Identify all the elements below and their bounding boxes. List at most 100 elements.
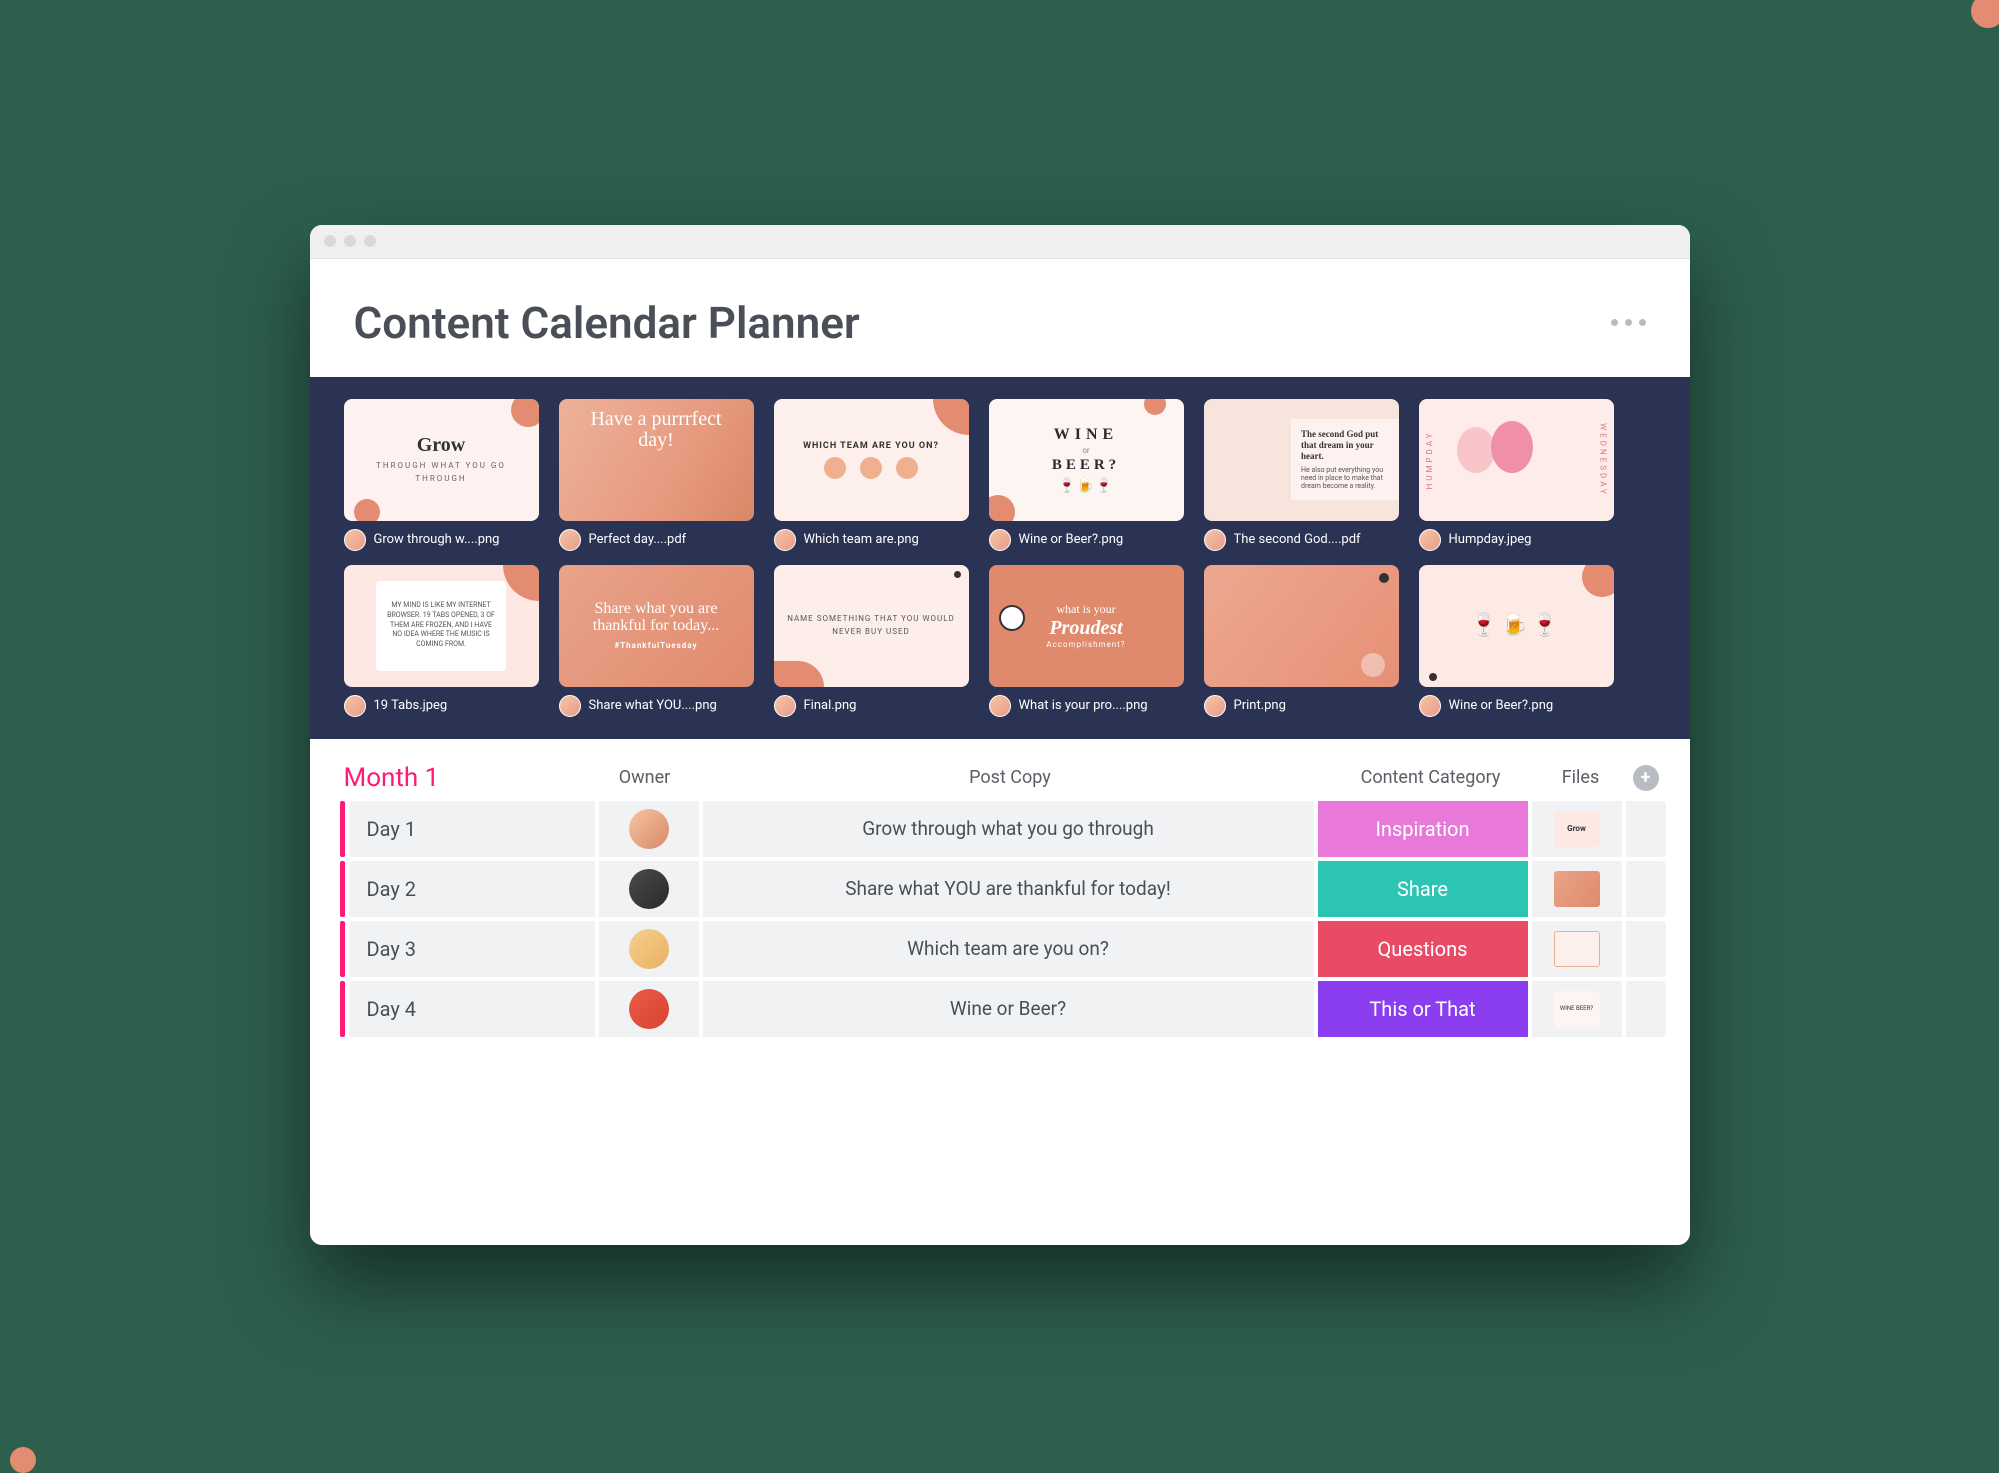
- cell-end: [1626, 801, 1666, 857]
- cell-category[interactable]: Share: [1318, 861, 1528, 917]
- cell-category[interactable]: Inspiration: [1318, 801, 1528, 857]
- file-thumbnail[interactable]: HUMPDAY WEDNESDAY Humpday.jpeg: [1419, 399, 1614, 551]
- glasses-icon: 🍷🍺🍷: [1058, 478, 1113, 494]
- file-name: 19 Tabs.jpeg: [374, 698, 448, 713]
- file-thumbnail[interactable]: Have a purrrfect day! Perfect day....pdf: [559, 399, 754, 551]
- cell-files[interactable]: [1532, 861, 1622, 917]
- cell-post-copy[interactable]: Grow through what you go through: [703, 801, 1314, 857]
- thumb-text: NAME SOMETHING THAT YOU WOULD NEVER BUY …: [782, 613, 961, 639]
- cell-day[interactable]: Day 2: [349, 861, 595, 917]
- page-header: Content Calendar Planner: [310, 259, 1690, 377]
- cell-files[interactable]: Grow: [1532, 801, 1622, 857]
- cell-end: [1626, 921, 1666, 977]
- cell-owner[interactable]: [599, 861, 699, 917]
- app-window: Content Calendar Planner Grow THROUGH WH…: [310, 225, 1690, 1245]
- file-thumbnail[interactable]: NAME SOMETHING THAT YOU WOULD NEVER BUY …: [774, 565, 969, 717]
- avatar: [989, 695, 1011, 717]
- cell-post-copy[interactable]: Which team are you on?: [703, 921, 1314, 977]
- thumb-text: He also put everything you need in place…: [1301, 466, 1389, 490]
- file-thumbnail[interactable]: Share what you are thankful for today...…: [559, 565, 754, 717]
- thumb-text: what is your: [1056, 602, 1115, 617]
- row-accent: [340, 861, 345, 917]
- avatar: [629, 929, 669, 969]
- thumb-text: MY MIND IS LIKE MY INTERNET BROWSER. 19 …: [376, 581, 506, 671]
- thumb-text: Proudest: [1049, 617, 1122, 640]
- file-meta: Share what YOU....png: [559, 695, 754, 717]
- row-accent: [340, 981, 345, 1037]
- cell-post-copy[interactable]: Share what YOU are thankful for today!: [703, 861, 1314, 917]
- thumb-text: Accomplishment?: [1046, 640, 1125, 649]
- file-thumbnail[interactable]: WINE or BEER? 🍷🍺🍷 Wine or Beer?.png: [989, 399, 1184, 551]
- thumb-text: THROUGH WHAT YOU GO THROUGH: [352, 460, 531, 486]
- file-thumbnail[interactable]: MY MIND IS LIKE MY INTERNET BROWSER. 19 …: [344, 565, 539, 717]
- gallery-row: MY MIND IS LIKE MY INTERNET BROWSER. 19 …: [344, 565, 1662, 717]
- add-column[interactable]: +: [1626, 765, 1666, 791]
- avatar: [629, 989, 669, 1029]
- cell-post-copy[interactable]: Wine or Beer?: [703, 981, 1314, 1037]
- file-thumbnail[interactable]: what is your Proudest Accomplishment? Wh…: [989, 565, 1184, 717]
- avatar: [629, 869, 669, 909]
- column-header-files[interactable]: Files: [1536, 767, 1626, 788]
- cell-day[interactable]: Day 3: [349, 921, 595, 977]
- file-thumbnail[interactable]: Grow THROUGH WHAT YOU GO THROUGH Grow th…: [344, 399, 539, 551]
- thumbnail-image: HUMPDAY WEDNESDAY: [1419, 399, 1614, 521]
- file-thumbnail[interactable]: The second God put that dream in your he…: [1204, 399, 1399, 551]
- table-row[interactable]: Day 3 Which team are you on? Questions: [340, 921, 1666, 977]
- file-meta: Wine or Beer?.png: [989, 529, 1184, 551]
- thumb-text: HUMPDAY: [1425, 430, 1434, 489]
- cell-category[interactable]: This or That: [1318, 981, 1528, 1037]
- file-meta: 19 Tabs.jpeg: [344, 695, 539, 717]
- table-row[interactable]: Day 4 Wine or Beer? This or That WINE BE…: [340, 981, 1666, 1037]
- file-name: Which team are.png: [804, 532, 919, 547]
- traffic-light-minimize[interactable]: [344, 235, 356, 247]
- file-mini-text: Grow: [1567, 824, 1586, 833]
- column-header-post-copy[interactable]: Post Copy: [695, 767, 1326, 788]
- calendar-table: Month 1 Owner Post Copy Content Category…: [310, 739, 1690, 1041]
- file-thumbnail[interactable]: Print.png: [1204, 565, 1399, 717]
- cell-owner[interactable]: [599, 801, 699, 857]
- column-header-category[interactable]: Content Category: [1326, 767, 1536, 788]
- file-mini-text: WINE BEER?: [1554, 991, 1600, 1027]
- file-name: Share what YOU....png: [589, 698, 717, 713]
- traffic-light-close[interactable]: [324, 235, 336, 247]
- gallery-row: Grow THROUGH WHAT YOU GO THROUGH Grow th…: [344, 399, 1662, 551]
- table-row[interactable]: Day 1 Grow through what you go through I…: [340, 801, 1666, 857]
- avatar: [559, 695, 581, 717]
- thumb-text: Grow: [417, 434, 466, 457]
- avatar: [1419, 529, 1441, 551]
- cell-category[interactable]: Questions: [1318, 921, 1528, 977]
- cell-files[interactable]: [1532, 921, 1622, 977]
- cell-owner[interactable]: [599, 981, 699, 1037]
- column-header-owner[interactable]: Owner: [595, 767, 695, 788]
- file-meta: Which team are.png: [774, 529, 969, 551]
- avatar-icon: [999, 605, 1025, 631]
- cell-day[interactable]: Day 1: [349, 801, 595, 857]
- page-title: Content Calendar Planner: [354, 297, 860, 349]
- file-meta: Print.png: [1204, 695, 1399, 717]
- thumbnail-image: 🍷🍺🍷: [1419, 565, 1614, 687]
- cell-owner[interactable]: [599, 921, 699, 977]
- file-meta: Perfect day....pdf: [559, 529, 754, 551]
- cell-files[interactable]: WINE BEER?: [1532, 981, 1622, 1037]
- file-name: What is your pro....png: [1019, 698, 1148, 713]
- table-row[interactable]: Day 2 Share what YOU are thankful for to…: [340, 861, 1666, 917]
- avatar: [989, 529, 1011, 551]
- more-menu-icon[interactable]: [1611, 319, 1646, 326]
- thumbnail-image: MY MIND IS LIKE MY INTERNET BROWSER. 19 …: [344, 565, 539, 687]
- thumb-text: WHICH TEAM ARE YOU ON?: [803, 441, 939, 451]
- file-name: Perfect day....pdf: [589, 532, 687, 547]
- traffic-light-zoom[interactable]: [364, 235, 376, 247]
- cell-end: [1626, 981, 1666, 1037]
- avatar: [629, 809, 669, 849]
- thumbnail-image: what is your Proudest Accomplishment?: [989, 565, 1184, 687]
- cell-day[interactable]: Day 4: [349, 981, 595, 1037]
- thumb-text: WINE: [1054, 426, 1118, 444]
- thumb-text: The second God put that dream in your he…: [1301, 429, 1389, 461]
- file-thumbnail[interactable]: WHICH TEAM ARE YOU ON? Which team are.pn…: [774, 399, 969, 551]
- file-gallery: Grow THROUGH WHAT YOU GO THROUGH Grow th…: [310, 377, 1690, 739]
- avatar: [774, 695, 796, 717]
- thumbnail-image: WINE or BEER? 🍷🍺🍷: [989, 399, 1184, 521]
- avatar: [1204, 695, 1226, 717]
- file-thumbnail[interactable]: 🍷🍺🍷 Wine or Beer?.png: [1419, 565, 1614, 717]
- section-label[interactable]: Month 1: [340, 763, 595, 793]
